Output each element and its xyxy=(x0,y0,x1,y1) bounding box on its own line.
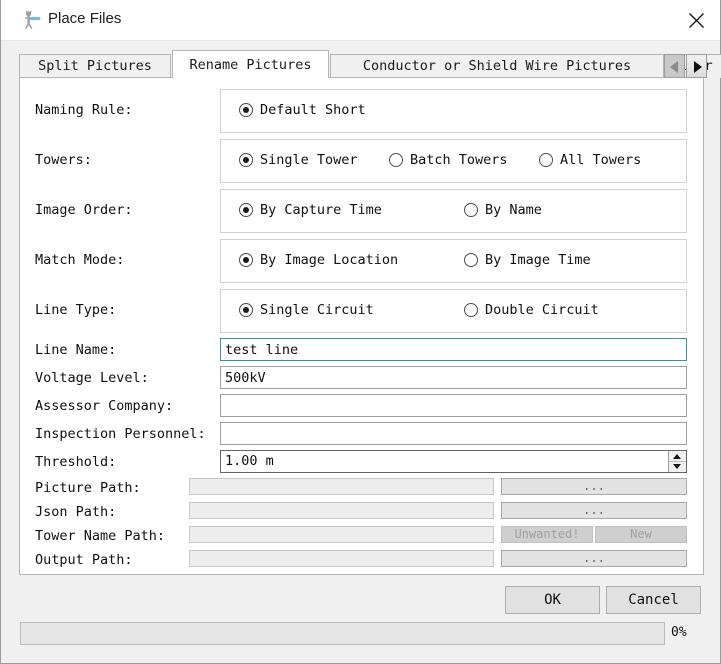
threshold-spinner[interactable]: 1.00 m xyxy=(220,450,687,473)
line-name-input[interactable] xyxy=(220,338,687,361)
caret-down-icon xyxy=(673,464,681,469)
output-path-browse-button[interactable]: ... xyxy=(501,550,687,567)
caret-up-icon xyxy=(673,454,681,459)
stepper-down-button[interactable] xyxy=(669,462,686,472)
tab-scroll-right-button[interactable] xyxy=(686,54,707,78)
radio-label: Batch Towers xyxy=(410,152,508,168)
ok-button[interactable]: OK xyxy=(505,586,600,614)
group-match-mode: By Image Location By Image Time xyxy=(220,239,687,283)
group-naming-rule: Default Short xyxy=(220,89,687,133)
group-towers: Single Tower Batch Towers All Towers xyxy=(220,139,687,183)
inspection-personnel-input[interactable] xyxy=(220,422,687,445)
label-inspection-personnel: Inspection Personnel: xyxy=(35,426,206,442)
tab-split-pictures[interactable]: Split Pictures xyxy=(19,54,171,78)
label-towers: Towers: xyxy=(35,152,92,168)
tower-name-path-unwanted-button: Unwanted! xyxy=(501,526,593,543)
json-path-browse-button[interactable]: ... xyxy=(501,502,687,519)
group-line-type: Single Circuit Double Circuit xyxy=(220,289,687,333)
json-path-field[interactable] xyxy=(189,502,494,519)
output-path-field[interactable] xyxy=(189,550,494,567)
label-line-type: Line Type: xyxy=(35,302,117,318)
label-tower-name-path: Tower Name Path: xyxy=(35,528,166,544)
chevron-left-icon xyxy=(670,61,678,73)
radio-label: Single Tower xyxy=(260,152,358,168)
radio-dot-icon xyxy=(239,253,253,267)
label-naming-rule: Naming Rule: xyxy=(35,102,133,118)
group-image-order: By Capture Time By Name xyxy=(220,189,687,233)
radio-dot-icon xyxy=(464,203,478,217)
label-image-order: Image Order: xyxy=(35,202,133,218)
rename-pictures-panel: Naming Rule: Default Short Towers: Singl… xyxy=(19,77,704,575)
label-assessor-company: Assessor Company: xyxy=(35,398,174,414)
window-title: Place Files xyxy=(48,10,122,27)
label-picture-path: Picture Path: xyxy=(35,480,141,496)
label-match-mode: Match Mode: xyxy=(35,252,125,268)
tower-name-path-new-button: New xyxy=(595,526,687,543)
close-button[interactable] xyxy=(674,0,720,39)
radio-label: Default Short xyxy=(260,102,366,118)
radio-dot-icon xyxy=(464,303,478,317)
label-output-path: Output Path: xyxy=(35,552,133,568)
app-icon xyxy=(20,9,42,31)
close-icon xyxy=(689,13,704,28)
picture-path-field[interactable] xyxy=(189,478,494,495)
radio-label: By Image Time xyxy=(485,252,591,268)
radio-label: By Capture Time xyxy=(260,202,382,218)
picture-path-browse-button[interactable]: ... xyxy=(501,478,687,495)
voltage-level-input[interactable] xyxy=(220,366,687,389)
tower-name-path-field[interactable] xyxy=(189,526,494,543)
radio-dot-icon xyxy=(239,103,253,117)
assessor-company-input[interactable] xyxy=(220,394,687,417)
radio-dot-icon xyxy=(539,153,553,167)
tab-conductor-or-shield-wire-pictures[interactable]: Conductor or Shield Wire Pictures xyxy=(330,54,664,78)
stepper-up-button[interactable] xyxy=(669,451,686,462)
title-bar: Place Files xyxy=(1,0,720,41)
threshold-stepper[interactable] xyxy=(668,451,686,472)
threshold-value: 1.00 m xyxy=(225,453,274,469)
tab-bar: Split Pictures Rename Pictures Conductor… xyxy=(19,50,721,78)
radio-label: All Towers xyxy=(560,152,642,168)
radio-dot-icon xyxy=(389,153,403,167)
progress-percent-label: 0% xyxy=(671,625,687,640)
radio-label: By Name xyxy=(485,202,542,218)
place-files-dialog: Place Files Split Pictures Rename Pictur… xyxy=(0,0,721,664)
radio-label: Double Circuit xyxy=(485,302,599,318)
tab-rename-pictures[interactable]: Rename Pictures xyxy=(172,50,329,78)
progress-bar xyxy=(20,622,665,645)
radio-dot-icon xyxy=(239,153,253,167)
radio-label: By Image Location xyxy=(260,252,399,268)
tab-scroll-left-button[interactable] xyxy=(664,54,685,78)
label-json-path: Json Path: xyxy=(35,504,117,520)
radio-dot-icon xyxy=(239,203,253,217)
label-threshold: Threshold: xyxy=(35,454,117,470)
cancel-button[interactable]: Cancel xyxy=(606,586,701,614)
label-voltage-level: Voltage Level: xyxy=(35,370,149,386)
radio-dot-icon xyxy=(464,253,478,267)
label-line-name: Line Name: xyxy=(35,342,117,358)
radio-dot-icon xyxy=(239,303,253,317)
radio-label: Single Circuit xyxy=(260,302,374,318)
chevron-right-icon xyxy=(694,61,702,73)
